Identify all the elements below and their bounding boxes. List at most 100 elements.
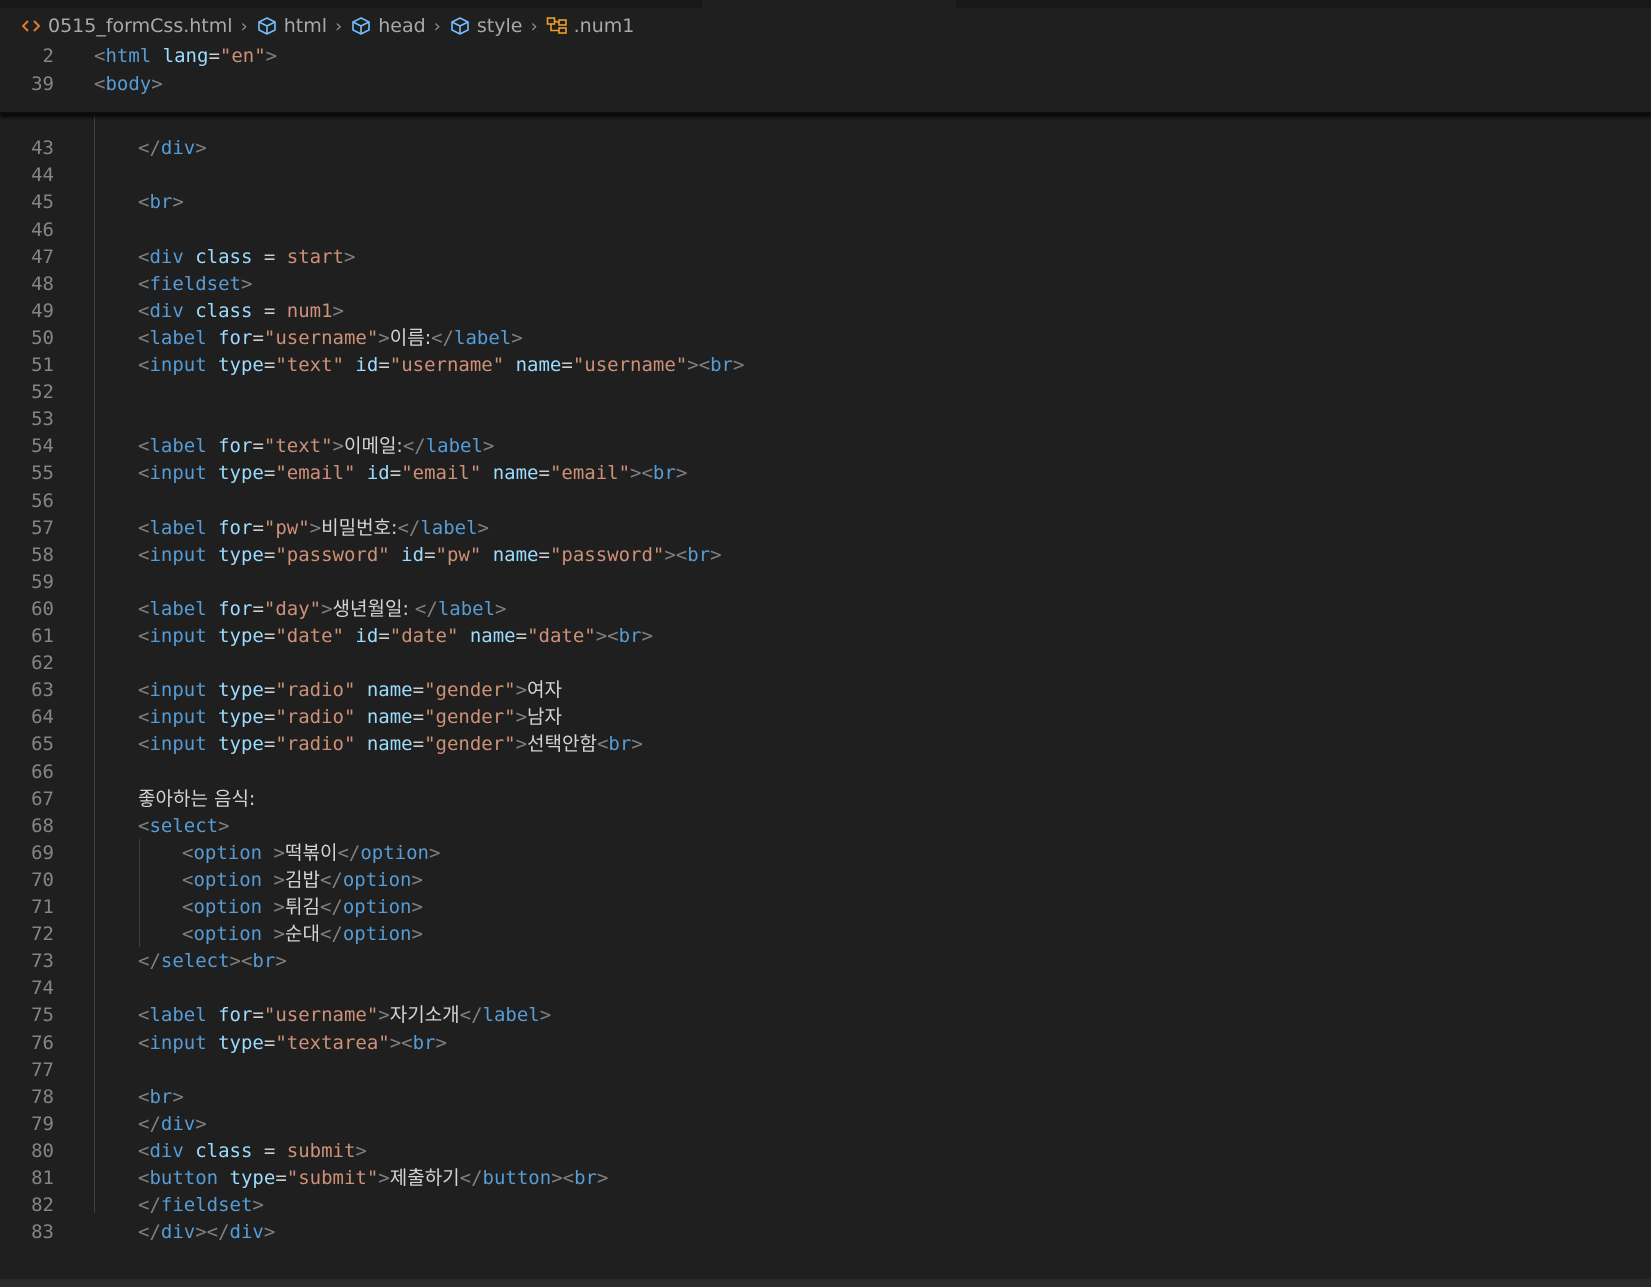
code-content[interactable]: <option >순대</option> xyxy=(182,920,423,948)
code-content[interactable]: <html lang="en"> xyxy=(94,42,277,70)
code-line[interactable]: 81 <button type="submit">제출하기</button><br… xyxy=(0,1164,1651,1192)
code-line[interactable]: 83 </div></div> xyxy=(0,1218,1651,1246)
code-line[interactable]: 47 <div class = start> xyxy=(0,243,1651,271)
code-token: 떡볶이 xyxy=(285,842,338,864)
line-number: 62 xyxy=(31,652,54,674)
code-content[interactable]: <input type="password" id="pw" name="pas… xyxy=(138,541,722,569)
code-content[interactable]: <option >떡볶이</option> xyxy=(182,839,440,867)
code-content[interactable]: <input type="radio" name="gender">여자 xyxy=(138,676,562,704)
code-line[interactable]: 59 xyxy=(0,568,1651,596)
code-line[interactable]: 44 xyxy=(0,161,1651,189)
code-content[interactable]: <input type="textarea"><br> xyxy=(138,1029,447,1057)
code-line[interactable]: 72 <option >순대</option> xyxy=(0,920,1651,948)
code-content[interactable]: <option >김밥</option> xyxy=(182,866,423,894)
code-content[interactable]: <input type="radio" name="gender">남자 xyxy=(138,703,562,731)
code-line[interactable]: 64 <input type="radio" name="gender">남자 xyxy=(0,703,1651,731)
code-line[interactable]: 52 xyxy=(0,378,1651,406)
code-line[interactable]: 54 <label for="text">이메일:</label> xyxy=(0,432,1651,460)
code-content[interactable]: <label for="day">생년월일: </label> xyxy=(138,595,506,623)
code-line[interactable]: 76 <input type="textarea"><br> xyxy=(0,1029,1651,1057)
code-content[interactable]: </div></div> xyxy=(138,1218,275,1246)
code-content[interactable]: <label for="pw">비밀번호:</label> xyxy=(138,514,489,542)
code-line[interactable]: 58 <input type="password" id="pw" name="p… xyxy=(0,541,1651,569)
code-content[interactable]: <option >튀김</option> xyxy=(182,893,423,921)
code-line[interactable]: 77 xyxy=(0,1056,1651,1084)
code-line[interactable]: 73 </select><br> xyxy=(0,947,1651,975)
code-token: < xyxy=(138,273,150,295)
code-token: for xyxy=(218,598,253,620)
code-token: input xyxy=(149,462,207,484)
code-token: = xyxy=(252,435,264,457)
code-token: >< xyxy=(229,950,253,972)
code-line[interactable]: 65 <input type="radio" name="gender">선택안함… xyxy=(0,730,1651,758)
code-content[interactable]: 좋아하는 음식: xyxy=(138,785,255,813)
code-line[interactable]: 45 <br> xyxy=(0,188,1651,216)
code-content[interactable]: <br> xyxy=(138,1083,184,1111)
code-line[interactable]: 50 <label for="username">이름:</label> xyxy=(0,324,1651,352)
code-token: < xyxy=(138,1140,150,1162)
code-line[interactable]: 49 <div class = num1> xyxy=(0,297,1651,325)
code-content[interactable]: <body> xyxy=(94,70,163,98)
code-line[interactable]: 69 <option >떡볶이</option> xyxy=(0,839,1651,867)
code-line[interactable]: 48 <fieldset> xyxy=(0,270,1651,298)
code-line[interactable]: 74 xyxy=(0,974,1651,1002)
code-editor[interactable]: 2<html lang="en">39<body> 41<div class=f… xyxy=(0,0,1651,1287)
code-token: = xyxy=(252,1140,287,1162)
code-content[interactable]: <label for="text">이메일:</label> xyxy=(138,432,494,460)
horizontal-scrollbar[interactable] xyxy=(0,1279,1651,1287)
code-content[interactable]: <input type="email" id="email" name="ema… xyxy=(138,459,687,487)
code-token: > xyxy=(378,327,390,349)
code-content[interactable]: <input type="text" id="username" name="u… xyxy=(138,351,744,379)
code-line[interactable]: 66 xyxy=(0,758,1651,786)
code-line[interactable]: 51 <input type="text" id="username" name=… xyxy=(0,351,1651,379)
code-token: > xyxy=(195,137,207,159)
code-token: "password" xyxy=(549,544,665,566)
code-content[interactable]: <input type="radio" name="gender">선택안함<b… xyxy=(138,730,643,758)
code-line[interactable]: 43 </div> xyxy=(0,134,1651,162)
sticky-scroll-header[interactable]: 2 <html lang="en"> 39 <body> xyxy=(0,42,1651,114)
code-content[interactable]: <input type="date" id="date" name="date"… xyxy=(138,622,653,650)
code-content[interactable]: <br> xyxy=(138,188,184,216)
code-line[interactable]: 56 xyxy=(0,487,1651,515)
code-content[interactable]: <button type="submit">제출하기</button><br> xyxy=(138,1164,608,1192)
code-line[interactable]: 61 <input type="date" id="date" name="dat… xyxy=(0,622,1651,650)
sticky-line[interactable]: 39 <body> xyxy=(0,70,1651,98)
code-line[interactable]: 82 </fieldset> xyxy=(0,1191,1651,1219)
code-token: lang xyxy=(162,45,209,67)
code-content[interactable]: </select><br> xyxy=(138,947,287,975)
code-content[interactable]: <select> xyxy=(138,812,230,840)
code-line[interactable]: 62 xyxy=(0,649,1651,677)
code-content[interactable]: </div> xyxy=(138,1110,207,1138)
code-content[interactable]: <label for="username">이름:</label> xyxy=(138,324,523,352)
code-content[interactable]: <label for="username">자기소개</label> xyxy=(138,1001,551,1029)
code-token: = xyxy=(412,706,425,728)
sticky-line[interactable]: 2 <html lang="en"> xyxy=(0,42,1651,70)
code-line[interactable]: 57 <label for="pw">비밀번호:</label> xyxy=(0,514,1651,542)
code-token: </ xyxy=(319,896,343,918)
code-token: > xyxy=(195,1113,207,1135)
line-number: 73 xyxy=(31,950,54,972)
code-line[interactable]: 55 <input type="email" id="email" name="e… xyxy=(0,459,1651,487)
code-line[interactable]: 60 <label for="day">생년월일: </label> xyxy=(0,595,1651,623)
code-line[interactable]: 71 <option >튀김</option> xyxy=(0,893,1651,921)
code-line[interactable]: 67 좋아하는 음식: xyxy=(0,785,1651,813)
code-content[interactable]: <div class = num1> xyxy=(138,297,344,325)
code-content[interactable]: <div class = start> xyxy=(138,243,355,271)
code-line[interactable]: 79 </div> xyxy=(0,1110,1651,1138)
code-token: 자기소개 xyxy=(389,1004,460,1026)
code-line[interactable]: 46 xyxy=(0,216,1651,244)
code-content[interactable]: <div class = submit> xyxy=(138,1137,367,1165)
code-line[interactable]: 68 <select> xyxy=(0,812,1651,840)
code-line[interactable]: 63 <input type="radio" name="gender">여자 xyxy=(0,676,1651,704)
code-content[interactable]: </fieldset> xyxy=(138,1191,264,1219)
code-line[interactable]: 53 xyxy=(0,405,1651,433)
code-line[interactable]: 78 <br> xyxy=(0,1083,1651,1111)
code-line[interactable]: 70 <option >김밥</option> xyxy=(0,866,1651,894)
code-line[interactable]: 80 <div class = submit> xyxy=(0,1137,1651,1165)
code-content[interactable]: <fieldset> xyxy=(138,270,252,298)
code-line[interactable]: 75 <label for="username">자기소개</label> xyxy=(0,1001,1651,1029)
code-content[interactable]: </div> xyxy=(138,134,207,162)
